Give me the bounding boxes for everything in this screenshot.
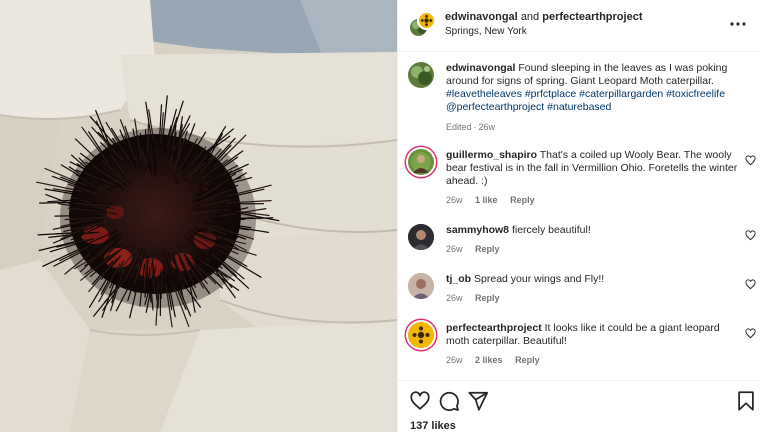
mention-link[interactable]: @perfectearthproject: [446, 101, 544, 113]
collab-avatars[interactable]: [408, 11, 436, 39]
caterpillar-photo: [0, 0, 397, 432]
post-header: edwinavongal and perfectearthproject Spr…: [398, 0, 760, 52]
header-account-primary[interactable]: edwinavongal: [445, 11, 518, 23]
post-actions: 137 likes: [398, 380, 760, 432]
location-link[interactable]: Springs, New York: [445, 26, 527, 37]
comment-text: sammyhow8 fiercely beautiful!: [446, 224, 738, 237]
comment-meta: 26w 2 likes Reply: [446, 355, 550, 365]
hashtag[interactable]: #naturebased: [547, 101, 611, 113]
comment-username[interactable]: guillermo_shapiro: [446, 149, 537, 161]
avatar[interactable]: [408, 224, 434, 250]
reply-button[interactable]: Reply: [475, 293, 500, 303]
comment-username[interactable]: sammyhow8: [446, 224, 509, 236]
post-sidebar: edwinavongal and perfectearthproject Spr…: [397, 0, 760, 432]
caption-text: edwinavongal Found sleeping in the leave…: [446, 62, 746, 114]
caption-meta: Edited · 26w: [446, 122, 496, 132]
comment-time[interactable]: 26w: [446, 355, 463, 365]
heart-icon[interactable]: [745, 230, 756, 241]
avatar-perfectearthproject[interactable]: [417, 11, 436, 30]
bookmark-icon[interactable]: [735, 390, 757, 412]
heart-icon[interactable]: [409, 390, 431, 412]
comment-item: perfectearthproject It looks like it cou…: [408, 322, 758, 372]
caption: edwinavongal Found sleeping in the leave…: [408, 62, 758, 132]
more-options-button[interactable]: [727, 14, 749, 34]
comment-item: guillermo_shapiro That's a coiled up Woo…: [408, 149, 758, 209]
send-icon[interactable]: [467, 390, 489, 412]
reply-button[interactable]: Reply: [510, 195, 535, 205]
comment-item: tj_ob Spread your wings and Fly!! 26w Re…: [408, 273, 758, 313]
comment-text: perfectearthproject It looks like it cou…: [446, 322, 738, 348]
avatar[interactable]: [408, 62, 434, 88]
caption-time[interactable]: 26w: [479, 122, 496, 132]
comment-body: fiercely beautiful!: [511, 224, 591, 236]
comment-time[interactable]: 26w: [446, 293, 463, 303]
comment-username[interactable]: perfectearthproject: [446, 322, 542, 334]
comments-list[interactable]: edwinavongal Found sleeping in the leave…: [398, 52, 760, 380]
comment-meta: 26w Reply: [446, 244, 510, 254]
hashtag[interactable]: #caterpillargarden: [579, 88, 663, 100]
post-photo[interactable]: [0, 0, 397, 432]
avatar[interactable]: [408, 273, 434, 299]
edited-label: Edited: [446, 122, 472, 132]
hashtag[interactable]: #toxicfreelife: [666, 88, 725, 100]
comment-username[interactable]: tj_ob: [446, 273, 471, 285]
header-joiner: and: [520, 11, 540, 23]
comment-meta: 26w 1 like Reply: [446, 195, 545, 205]
comment-body: Spread your wings and Fly!!: [474, 273, 605, 285]
avatar[interactable]: [408, 322, 434, 348]
heart-icon[interactable]: [745, 155, 756, 166]
comment-icon[interactable]: [438, 390, 460, 412]
hashtag[interactable]: #leavetheleaves: [446, 88, 522, 100]
likes-count[interactable]: 137 likes: [410, 420, 456, 432]
avatar[interactable]: [408, 149, 434, 175]
heart-icon[interactable]: [745, 279, 756, 290]
reply-button[interactable]: Reply: [475, 244, 500, 254]
caption-username[interactable]: edwinavongal: [446, 62, 515, 74]
comment-item: sammyhow8 fiercely beautiful! 26w Reply: [408, 224, 758, 264]
heart-icon[interactable]: [745, 328, 756, 339]
more-horizontal-icon: [730, 22, 746, 26]
comment-time[interactable]: 26w: [446, 244, 463, 254]
comment-likes-link[interactable]: 2 likes: [475, 355, 503, 365]
header-accounts: edwinavongal and perfectearthproject: [445, 11, 643, 23]
comment-text: guillermo_shapiro That's a coiled up Woo…: [446, 149, 738, 188]
header-account-secondary[interactable]: perfectearthproject: [542, 11, 642, 23]
comment-text: tj_ob Spread your wings and Fly!!: [446, 273, 738, 286]
comment-meta: 26w Reply: [446, 293, 510, 303]
comment-time[interactable]: 26w: [446, 195, 463, 205]
hashtag[interactable]: #prfctplace: [525, 88, 576, 100]
reply-button[interactable]: Reply: [515, 355, 540, 365]
comment-likes-link[interactable]: 1 like: [475, 195, 498, 205]
